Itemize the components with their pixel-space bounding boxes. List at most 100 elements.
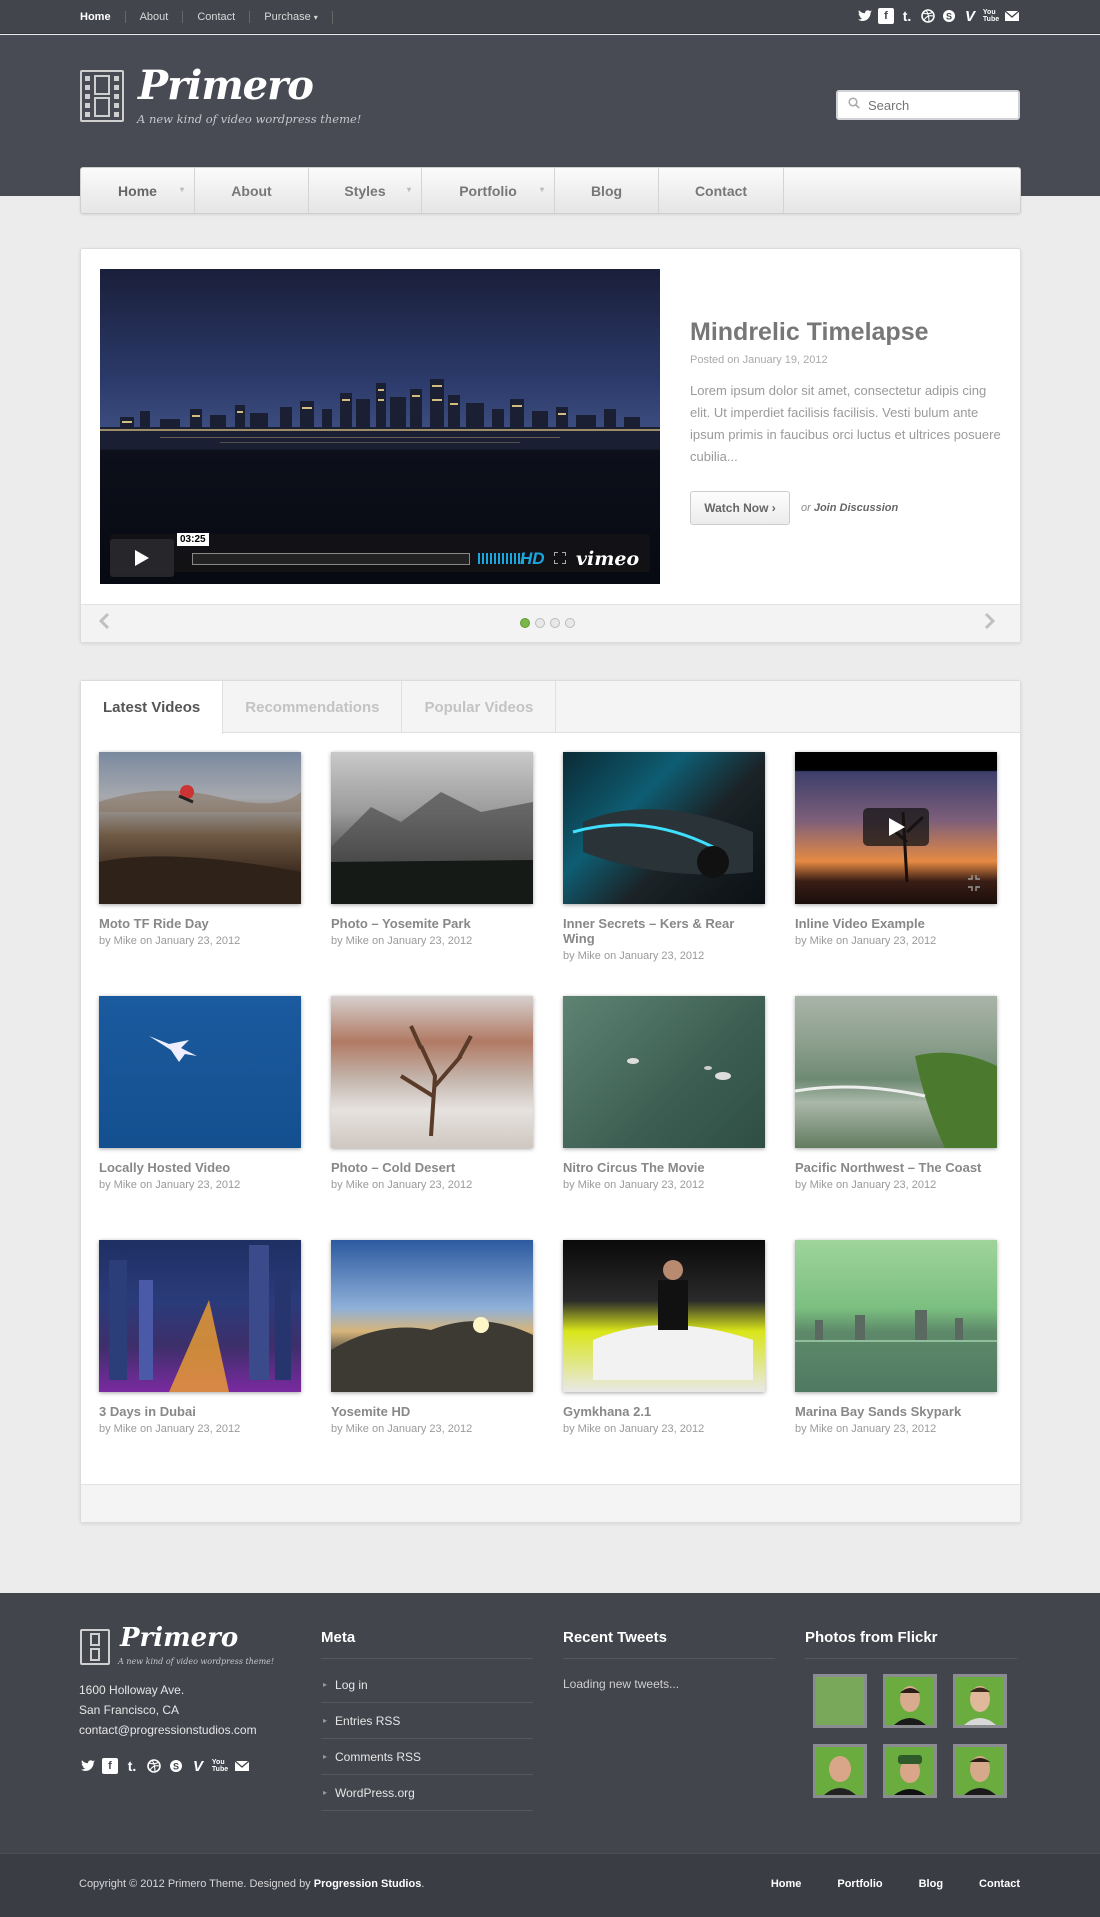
chevron-left-icon[interactable] <box>98 612 110 636</box>
volume-icon[interactable] <box>478 553 524 564</box>
facebook-icon[interactable]: f <box>102 1758 118 1774</box>
video-title[interactable]: Locally Hosted Video <box>99 1160 301 1175</box>
chevron-right-icon[interactable] <box>984 612 996 636</box>
slider-dot[interactable] <box>565 618 575 628</box>
video-thumbnail[interactable] <box>99 752 301 904</box>
hd-button[interactable]: HD <box>520 549 545 569</box>
meta-link-entries-rss[interactable]: ▸ Entries RSS <box>321 1703 533 1739</box>
video-card[interactable]: Gymkhana 2.1 by Mike on January 23, 2012 <box>563 1240 765 1435</box>
nav-item-contact[interactable]: Contact <box>659 168 784 213</box>
video-card[interactable]: Inline Video Example by Mike on January … <box>795 752 997 947</box>
dribbble-icon[interactable] <box>146 1758 162 1774</box>
video-card[interactable]: Photo – Yosemite Park by Mike on January… <box>331 752 533 947</box>
top-link-home[interactable]: Home <box>80 11 126 23</box>
tumblr-icon[interactable]: t. <box>124 1758 140 1774</box>
tumblr-icon[interactable]: t. <box>899 8 915 24</box>
tab-popular-videos[interactable]: Popular Videos <box>402 681 557 733</box>
email-icon[interactable] <box>1004 8 1020 24</box>
twitter-icon[interactable] <box>857 8 873 24</box>
video-thumbnail[interactable] <box>795 752 997 904</box>
video-thumbnail[interactable] <box>795 1240 997 1392</box>
bottom-link-blog[interactable]: Blog <box>919 1878 943 1890</box>
flickr-photo[interactable] <box>813 1674 867 1728</box>
top-link-contact[interactable]: Contact <box>183 11 251 23</box>
nav-item-blog[interactable]: Blog <box>555 168 659 213</box>
designer-link[interactable]: Progression Studios <box>314 1878 422 1890</box>
video-title[interactable]: Moto TF Ride Day <box>99 916 301 931</box>
video-thumbnail[interactable] <box>331 996 533 1148</box>
vimeo-icon[interactable]: V <box>962 8 978 24</box>
video-card[interactable]: Pacific Northwest – The Coast by Mike on… <box>795 996 997 1191</box>
search-input[interactable] <box>868 97 1008 113</box>
video-title[interactable]: Yosemite HD <box>331 1404 533 1419</box>
video-card[interactable]: Photo – Cold Desert by Mike on January 2… <box>331 996 533 1191</box>
video-thumbnail[interactable] <box>563 996 765 1148</box>
meta-link-comments-rss[interactable]: ▸ Comments RSS <box>321 1739 533 1775</box>
skype-icon[interactable]: S <box>168 1758 184 1774</box>
bottom-link-home[interactable]: Home <box>771 1878 802 1890</box>
video-title[interactable]: 3 Days in Dubai <box>99 1404 301 1419</box>
video-title[interactable]: Inner Secrets – Kers & Rear Wing <box>563 916 765 946</box>
bottom-link-portfolio[interactable]: Portfolio <box>837 1878 882 1890</box>
top-link-about[interactable]: About <box>126 11 184 23</box>
flickr-photo[interactable] <box>883 1674 937 1728</box>
nav-item-about[interactable]: About <box>195 168 309 213</box>
video-card[interactable]: Inner Secrets – Kers & Rear Wing by Mike… <box>563 752 765 962</box>
footer-logo[interactable]: Primero <box>120 1623 238 1653</box>
youtube-icon[interactable]: You Tube <box>212 1758 228 1774</box>
contact-email-link[interactable]: contact@progressionstudios.com <box>79 1720 257 1740</box>
nav-item-portfolio[interactable]: Portfolio ▾ <box>422 168 555 213</box>
dribbble-icon[interactable] <box>920 8 936 24</box>
video-title[interactable]: Gymkhana 2.1 <box>563 1404 765 1419</box>
video-thumbnail[interactable] <box>99 1240 301 1392</box>
slider-dot[interactable] <box>550 618 560 628</box>
video-thumbnail[interactable] <box>99 996 301 1148</box>
email-icon[interactable] <box>234 1758 250 1774</box>
bottom-link-contact[interactable]: Contact <box>979 1878 1020 1890</box>
nav-item-home[interactable]: Home ▾ <box>81 168 195 213</box>
youtube-icon[interactable]: You Tube <box>983 8 999 24</box>
video-card[interactable]: Yosemite HD by Mike on January 23, 2012 <box>331 1240 533 1435</box>
video-title[interactable]: Inline Video Example <box>795 916 997 931</box>
flickr-photo[interactable] <box>953 1674 1007 1728</box>
nav-item-styles[interactable]: Styles ▾ <box>309 168 422 213</box>
join-discussion-link[interactable]: Join Discussion <box>814 502 898 514</box>
video-card[interactable]: Moto TF Ride Day by Mike on January 23, … <box>99 752 301 947</box>
flickr-photo[interactable] <box>953 1744 1007 1798</box>
twitter-icon[interactable] <box>80 1758 96 1774</box>
video-thumbnail[interactable] <box>563 752 765 904</box>
meta-link-login[interactable]: ▸ Log in <box>321 1667 533 1703</box>
flickr-photo[interactable] <box>883 1744 937 1798</box>
video-card[interactable]: Nitro Circus The Movie by Mike on Januar… <box>563 996 765 1191</box>
site-logo[interactable]: Primero <box>138 62 314 109</box>
facebook-icon[interactable]: f <box>878 8 894 24</box>
video-title[interactable]: Photo – Yosemite Park <box>331 916 533 931</box>
video-thumbnail[interactable] <box>331 1240 533 1392</box>
vimeo-logo[interactable]: vimeo <box>576 548 639 570</box>
video-title[interactable]: Marina Bay Sands Skypark <box>795 1404 997 1419</box>
watch-now-button[interactable]: Watch Now › <box>690 491 790 525</box>
skype-icon[interactable]: S <box>941 8 957 24</box>
flickr-photo[interactable] <box>813 1744 867 1798</box>
tab-latest-videos[interactable]: Latest Videos <box>81 681 224 734</box>
player-progress-bar[interactable] <box>192 553 470 565</box>
video-card[interactable]: Marina Bay Sands Skypark by Mike on Janu… <box>795 1240 997 1435</box>
video-thumbnail[interactable] <box>331 752 533 904</box>
video-player[interactable]: 03:25 HD vimeo <box>100 269 660 584</box>
slide-title[interactable]: Mindrelic Timelapse <box>690 318 929 347</box>
vimeo-icon[interactable]: V <box>190 1758 206 1774</box>
video-title[interactable]: Photo – Cold Desert <box>331 1160 533 1175</box>
video-card[interactable]: 3 Days in Dubai by Mike on January 23, 2… <box>99 1240 301 1435</box>
top-link-purchase[interactable]: Purchase ▾ <box>250 10 333 24</box>
meta-link-wordpress[interactable]: ▸ WordPress.org <box>321 1775 533 1811</box>
fullscreen-icon[interactable] <box>553 551 567 569</box>
slider-dot[interactable] <box>535 618 545 628</box>
slider-dot[interactable] <box>520 618 530 628</box>
video-thumbnail[interactable] <box>563 1240 765 1392</box>
video-thumbnail[interactable] <box>795 996 997 1148</box>
video-title[interactable]: Nitro Circus The Movie <box>563 1160 765 1175</box>
tab-recommendations[interactable]: Recommendations <box>223 681 403 733</box>
play-button[interactable] <box>110 539 174 577</box>
video-card[interactable]: Locally Hosted Video by Mike on January … <box>99 996 301 1191</box>
video-title[interactable]: Pacific Northwest – The Coast <box>795 1160 997 1175</box>
